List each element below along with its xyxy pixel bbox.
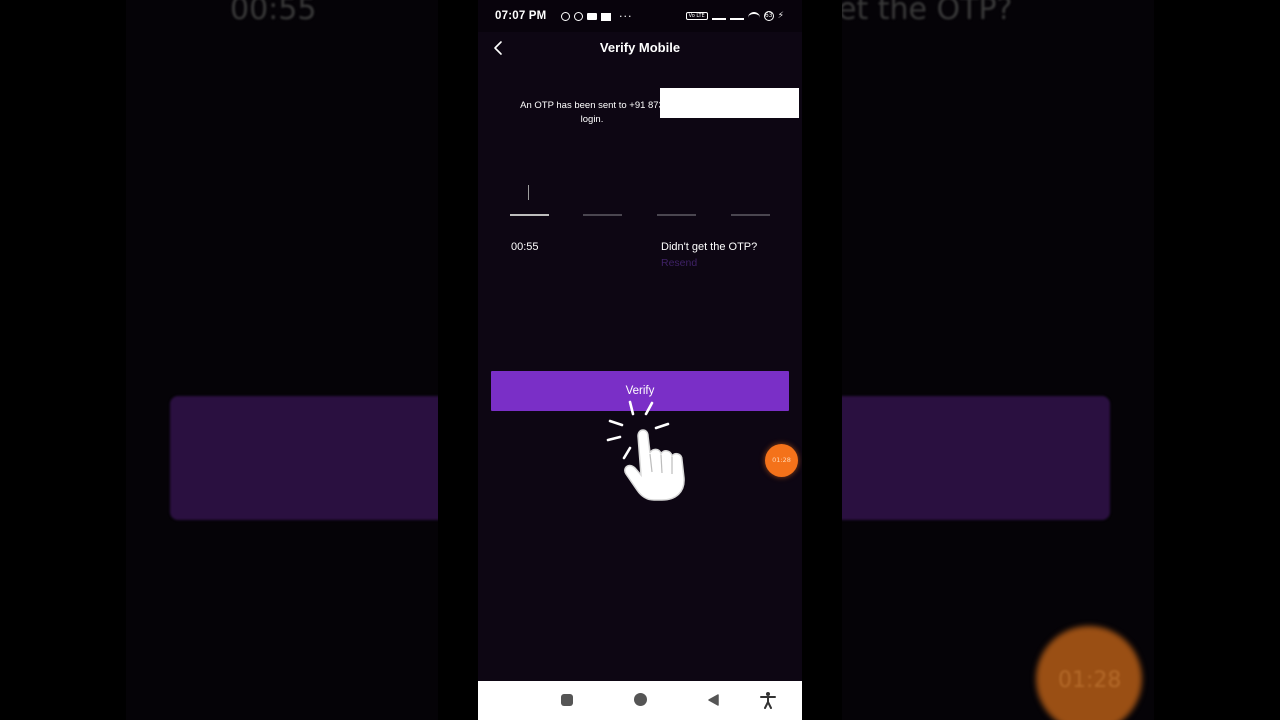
phone-screen: 07:07 PM ··· Vo LTE 63 ⚡ Verify Mobile A… — [478, 0, 802, 720]
status-system-icons: Vo LTE 63 ⚡ — [685, 11, 784, 21]
charging-icon: ⚡ — [777, 11, 784, 21]
text-cursor — [528, 185, 529, 200]
didnt-get-otp-label: Didn't get the OTP? — [661, 241, 758, 253]
background-left-blur: 00:55 — [126, 0, 438, 720]
status-notification-icons: ··· — [561, 10, 633, 23]
signal-icon-2 — [729, 13, 744, 20]
otp-timer: 00:55 — [511, 241, 539, 253]
otp-message-line-1: An OTP has been sent to +91 873 — [520, 100, 664, 111]
whatsapp-icon — [574, 12, 583, 21]
page-title: Verify Mobile — [599, 40, 681, 55]
battery-icon: 63 — [763, 11, 774, 21]
status-bar: 07:07 PM ··· Vo LTE 63 ⚡ — [478, 0, 802, 32]
background-right-blur: et the OTP? — [842, 0, 1154, 720]
background-verify-blur-right — [842, 396, 1110, 520]
otp-digit-4[interactable] — [731, 180, 770, 216]
otp-digit-2[interactable] — [583, 180, 622, 216]
background-verify-blur — [170, 396, 438, 520]
home-icon[interactable] — [634, 693, 647, 706]
status-time: 07:07 PM — [495, 10, 547, 22]
volte-icon: Vo LTE — [685, 12, 708, 20]
otp-message-line-2: login. — [580, 114, 604, 125]
floating-timer-bubble[interactable]: 01:28 — [765, 444, 798, 477]
background-timer-text: 00:55 — [230, 0, 317, 27]
otp-digit-1[interactable] — [510, 180, 549, 216]
redacted-phone-number — [660, 88, 799, 118]
resend-link[interactable]: Resend — [661, 257, 697, 269]
app-notification-icon — [601, 12, 611, 21]
clock-icon — [561, 12, 570, 21]
accessibility-icon[interactable] — [758, 690, 778, 710]
more-notifications-icon: ··· — [619, 10, 633, 23]
background-otp-text: et the OTP? — [842, 0, 1013, 27]
video-icon — [587, 13, 597, 20]
recents-icon[interactable] — [561, 694, 573, 706]
background-orange-text: 01:28 — [1058, 668, 1122, 693]
app-header: Verify Mobile — [478, 32, 802, 64]
wifi-icon — [747, 12, 760, 20]
otp-digit-3[interactable] — [657, 180, 696, 216]
tap-hand-icon — [606, 400, 685, 501]
android-nav-bar — [478, 681, 802, 720]
otp-sent-message: An OTP has been sent to +91 873 login. — [502, 99, 682, 127]
signal-icon — [711, 13, 726, 20]
back-triangle-icon[interactable] — [706, 693, 720, 707]
